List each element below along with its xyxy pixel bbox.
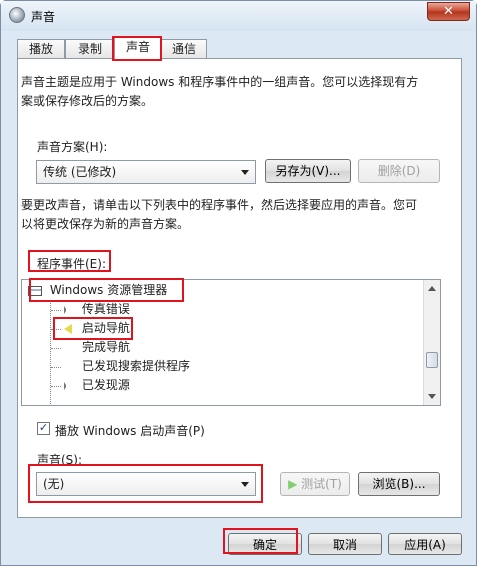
close-button[interactable]: ✕ — [427, 2, 470, 21]
sound-dropdown[interactable]: (无) — [36, 472, 256, 496]
event-item-label: 启动导航 — [81, 321, 130, 335]
events-list[interactable]: Windows 资源管理器 传真错误 启动导航 完成导航 已发现搜索提供程序 已… — [21, 279, 441, 406]
sound-dialog: 声音 ✕ 播放 录制 声音 通信 声音主题是应用于 Windows 和程序事件中… — [0, 0, 477, 566]
save-as-button[interactable]: 另存为(V)... — [265, 159, 351, 183]
event-item-label: 已发现搜索提供程序 — [82, 359, 191, 373]
play-icon: ▶ — [288, 477, 298, 491]
event-group-row[interactable]: Windows 资源管理器 — [28, 281, 167, 300]
scroll-thumb[interactable] — [426, 352, 438, 368]
scroll-down-icon[interactable] — [428, 394, 436, 399]
speaker-icon — [64, 305, 70, 314]
test-button-label: 测试(T) — [301, 477, 342, 491]
instructions-line-1: 要更改声音，请单击以下列表中的程序事件，然后选择要应用的声音。您可 — [21, 198, 418, 212]
event-group-label: Windows 资源管理器 — [49, 283, 168, 297]
chevron-down-icon — [241, 170, 249, 175]
tab-recording[interactable]: 录制 — [65, 39, 115, 59]
list-item[interactable]: 已发现搜索提供程序 — [82, 357, 190, 376]
chevron-down-icon — [241, 482, 249, 487]
tree-connector — [50, 300, 51, 404]
intro-text: 声音主题是应用于 Windows 和程序事件中的一组声音。您可以选择现有方 案或… — [21, 73, 418, 111]
list-item[interactable]: 已发现源 — [64, 376, 130, 395]
tab-communications[interactable]: 通信 — [161, 39, 207, 59]
ok-button[interactable]: 确定 — [228, 533, 302, 555]
event-item-label: 已发现源 — [81, 378, 130, 392]
intro-line-2: 案或保存修改后的方案。 — [21, 94, 154, 108]
browse-button[interactable]: 浏览(B)... — [358, 472, 440, 496]
instructions-line-2: 以将更改保存为新的声音方案。 — [21, 217, 190, 231]
tab-playback[interactable]: 播放 — [17, 39, 65, 59]
events-scrollbar[interactable] — [423, 280, 440, 405]
tree-connector — [51, 348, 61, 349]
instructions-text: 要更改声音，请单击以下列表中的程序事件，然后选择要应用的声音。您可 以将更改保存… — [21, 196, 417, 234]
tab-sounds[interactable]: 声音 — [114, 37, 162, 60]
event-item-label: 传真错误 — [81, 302, 130, 316]
list-item[interactable]: 启动导航 — [64, 319, 130, 338]
tree-connector — [51, 310, 61, 311]
sound-value: (无) — [43, 477, 65, 491]
sound-app-icon — [9, 7, 25, 23]
folder-window-icon — [28, 285, 42, 296]
event-item-label: 完成导航 — [82, 340, 131, 354]
window-title: 声音 — [31, 10, 56, 24]
test-button[interactable]: ▶ 测试(T) — [280, 472, 350, 496]
events-label: 程序事件(E): — [37, 257, 106, 271]
speaker-icon — [64, 381, 70, 390]
list-item[interactable]: 传真错误 — [64, 300, 130, 319]
scheme-label: 声音方案(H): — [37, 140, 108, 154]
tree-connector — [51, 367, 61, 368]
list-item[interactable]: 完成导航 — [82, 338, 130, 357]
startup-sound-label: 播放 Windows 启动声音(P) — [55, 424, 205, 438]
tree-connector — [51, 329, 61, 330]
tree-connector — [51, 386, 61, 387]
apply-button[interactable]: 应用(A) — [388, 533, 462, 555]
sound-label: 声音(S): — [37, 453, 83, 467]
intro-line-1: 声音主题是应用于 Windows 和程序事件中的一组声音。您可以选择现有方 — [21, 75, 419, 89]
startup-sound-checkbox[interactable]: ✓ — [37, 422, 50, 435]
cancel-button[interactable]: 取消 — [308, 533, 382, 555]
scroll-up-icon[interactable] — [428, 286, 436, 291]
scheme-value: 传统 (已修改) — [43, 165, 117, 179]
speaker-icon — [64, 323, 72, 334]
delete-button[interactable]: 删除(D) — [358, 159, 440, 183]
title-bar: 声音 ✕ — [1, 1, 476, 31]
scheme-dropdown[interactable]: 传统 (已修改) — [36, 160, 256, 184]
